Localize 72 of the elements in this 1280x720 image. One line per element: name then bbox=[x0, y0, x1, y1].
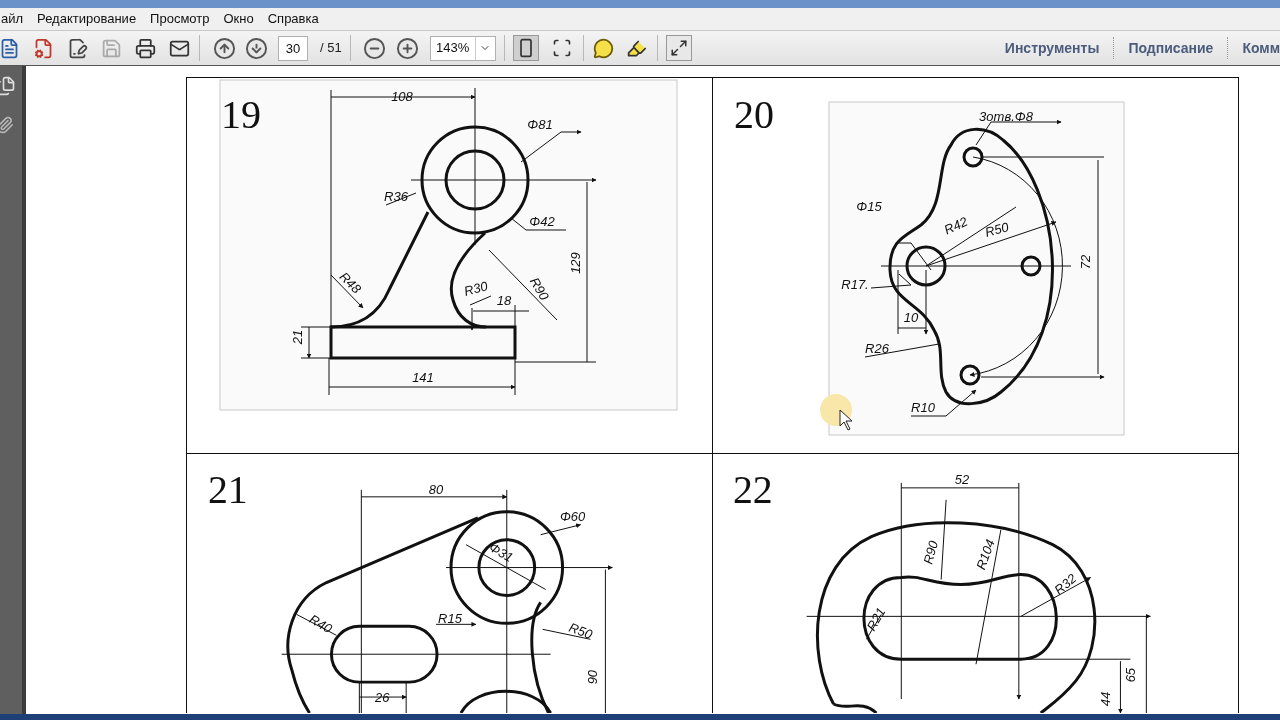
previous-page-button[interactable] bbox=[212, 36, 236, 60]
pages-icon[interactable] bbox=[0, 76, 16, 96]
dimension-label: 52 bbox=[954, 471, 970, 487]
dimension-label: 129 bbox=[568, 252, 583, 274]
document-pen-icon bbox=[67, 37, 88, 59]
dimension-label: R90 bbox=[920, 539, 941, 566]
dimension-label: R104 bbox=[973, 537, 998, 572]
dimension-label: 10 bbox=[903, 310, 919, 325]
full-screen-button[interactable] bbox=[665, 35, 692, 61]
dimension-label: 18 bbox=[496, 293, 512, 308]
arrow-down-icon bbox=[244, 36, 268, 60]
zoom-field[interactable]: 143% bbox=[429, 35, 496, 61]
expand-icon bbox=[669, 39, 688, 57]
fit-page-button[interactable] bbox=[512, 35, 539, 61]
dimension-label: Φ31 bbox=[486, 539, 516, 565]
dimension-label: 65 bbox=[1123, 667, 1139, 683]
exercise-number: 21 bbox=[207, 466, 248, 512]
menu-item[interactable]: Просмотр bbox=[150, 9, 210, 29]
dimension-label: 3отв.Φ8 bbox=[979, 109, 1033, 124]
dimension-label: 108 bbox=[391, 89, 413, 104]
mouse-cursor-icon bbox=[820, 394, 853, 431]
panel-tab[interactable]: Подписание bbox=[1128, 37, 1214, 59]
dimension-label: Φ42 bbox=[529, 214, 555, 229]
page-number-field[interactable]: 30 bbox=[278, 35, 308, 61]
dimension-label: 44 bbox=[1098, 691, 1114, 707]
print-icon bbox=[135, 37, 156, 59]
comment-button[interactable] bbox=[591, 36, 616, 60]
dimension-label: R26 bbox=[865, 341, 889, 356]
zoom-in-button[interactable] bbox=[395, 36, 420, 60]
print-button[interactable] bbox=[134, 36, 157, 60]
exercise-number: 19 bbox=[221, 92, 261, 137]
menu-item[interactable]: Окно bbox=[223, 9, 254, 29]
document-gear-icon bbox=[33, 37, 54, 59]
menu-item[interactable]: Справка bbox=[267, 9, 319, 29]
panel-tab[interactable]: Комм bbox=[1242, 37, 1280, 59]
arrow-up-icon bbox=[212, 36, 236, 60]
dimension-label: R15 bbox=[438, 611, 462, 627]
exercise-number: 20 bbox=[734, 92, 774, 137]
dimension-label: R50 bbox=[566, 619, 595, 642]
save-icon bbox=[101, 37, 122, 59]
menu-item[interactable]: Редактирование bbox=[37, 9, 137, 29]
dimension-label: 90 bbox=[585, 669, 601, 685]
dimension-label: R32 bbox=[1051, 570, 1080, 598]
dimension-label: Φ15 bbox=[856, 199, 882, 214]
panel-tab[interactable]: Инструменты bbox=[1004, 37, 1100, 59]
dimension-label: R17. bbox=[841, 277, 869, 292]
dimension-label: 80 bbox=[428, 481, 444, 497]
next-page-button[interactable] bbox=[244, 36, 268, 60]
dimension-label: R40 bbox=[306, 611, 335, 637]
dimension-label: Φ60 bbox=[559, 508, 586, 524]
dimension-label: R48 bbox=[336, 268, 365, 297]
dimension-label: R50 bbox=[983, 219, 1011, 240]
speech-bubble-icon bbox=[593, 37, 615, 59]
dimension-label: 72 bbox=[1078, 254, 1093, 270]
dimension-label: 21 bbox=[290, 329, 305, 345]
zoom-out-button[interactable] bbox=[362, 36, 387, 60]
exercise-number: 22 bbox=[732, 466, 773, 512]
dimension-label: R30 bbox=[462, 278, 490, 299]
fit-width-icon bbox=[551, 38, 572, 58]
dimension-label: R36 bbox=[384, 189, 408, 204]
minus-icon bbox=[363, 36, 387, 60]
dimension-label: Φ81 bbox=[527, 117, 553, 132]
paperclip-icon[interactable] bbox=[0, 116, 14, 134]
document-icon bbox=[0, 37, 20, 59]
dimension-label: 141 bbox=[412, 370, 434, 385]
dimension-label: R42 bbox=[941, 213, 970, 238]
dimension-label: R10 bbox=[911, 400, 935, 415]
menu-item[interactable]: айл bbox=[1, 9, 24, 29]
page-count: / 51 bbox=[320, 39, 342, 58]
dimension-label: R90 bbox=[526, 274, 552, 303]
dimension-label: 26 bbox=[375, 690, 390, 706]
plus-icon bbox=[396, 36, 420, 60]
